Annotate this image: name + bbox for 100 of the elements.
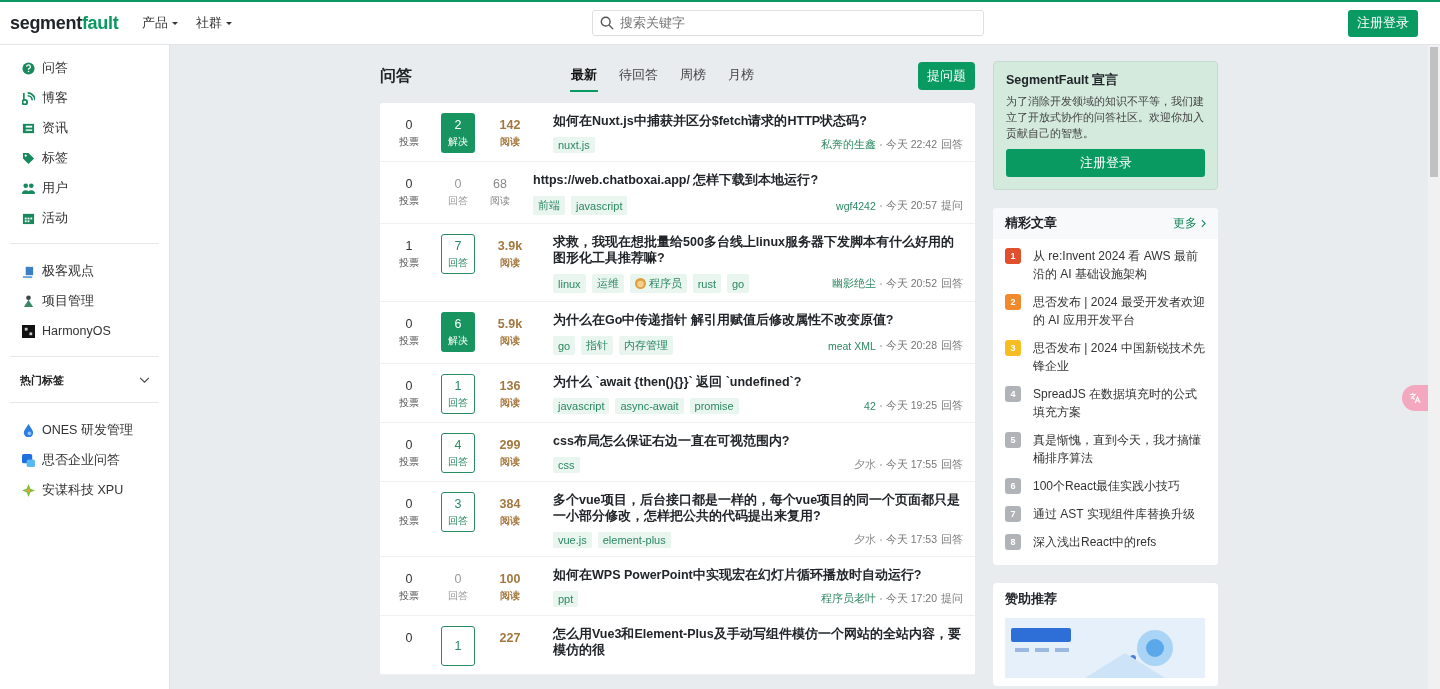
sidebar-item[interactable]: 思否企业问答 [0,445,169,475]
tag[interactable]: linux [553,274,586,293]
sidebar-item[interactable]: 博客 [0,83,169,113]
sidebar-item[interactable]: 资讯 [0,113,169,143]
author-link[interactable]: 42 [864,400,876,412]
sidebar-item[interactable]: 项目管理 [0,286,169,316]
register-button[interactable]: 注册登录 [1348,9,1418,37]
tag[interactable]: 内存管理 [619,336,674,355]
tab[interactable]: 月榜 [727,60,755,92]
sidebar-item[interactable]: 问答 [0,53,169,83]
post-time: 今天 17:53 [885,533,937,547]
tag[interactable]: vue.js [553,532,592,548]
article-link[interactable]: 真是惭愧，直到今天，我才搞懂桶排序算法 [1033,431,1206,467]
rank-badge: 2 [1005,294,1021,310]
author-link[interactable]: 私奔的生鑫 [820,138,876,152]
sidebar-item[interactable]: HarmonyOS [0,316,169,346]
nav-menu[interactable]: 产品 [138,14,183,32]
sidebar-item[interactable]: 标签 [0,143,169,173]
tag[interactable]: nuxt.js [553,137,595,153]
view-label: 阅读 [500,256,520,270]
rank-badge: 4 [1005,386,1021,402]
question-title[interactable]: 多个vue项目，后台接口都是一样的，每个vue项目的同一个页面都只是一小部分修改，怎样把公共的代码提出来复用? [553,492,963,524]
sidebar-item[interactable]: ONES 研发管理 [0,415,169,445]
article-link[interactable]: 思否发布 | 2024 中国新锐技术先锋企业 [1033,339,1206,375]
question-title[interactable]: 怎么用Vue3和Element-Plus及手动写组件模仿一个网站的全站内容，要模仿的很 [553,626,963,658]
figure-icon [22,294,35,308]
tag[interactable]: go [553,336,576,355]
vote-label: 投票 [399,334,419,348]
view-label: 阅读 [500,589,520,603]
article-link[interactable]: 从 re:Invent 2024 看 AWS 最前沿的 AI 基础设施架构 [1033,247,1206,283]
tag[interactable]: 指针 [581,336,614,355]
tag[interactable]: css [553,457,580,473]
translate-icon [1409,392,1421,404]
feed-icon [22,91,35,105]
author-link[interactable]: meat XML [827,339,876,352]
article-link[interactable]: 深入浅出React中的refs [1033,533,1157,551]
scrollbar[interactable] [1428,45,1440,689]
nav-menu[interactable]: 社群 [192,14,237,32]
ask-question-button[interactable]: 提问题 [918,62,975,90]
tag[interactable]: 前端 [533,196,565,215]
article-link[interactable]: 思否发布 | 2024 最受开发者欢迎的 AI 应用开发平台 [1033,293,1206,329]
rank-badge: 5 [1005,432,1021,448]
question-title[interactable]: 如何在Nuxt.js中捕获并区分$fetch请求的HTTP状态码? [553,113,963,129]
tag[interactable]: rust [692,274,721,293]
action-label: 回答 [941,276,963,291]
search-field[interactable]: 搜索关键字 [592,10,984,36]
question-title[interactable]: 如何在WPS PowerPoint中实现宏在幻灯片循环播放时自动运行? [553,567,963,583]
author-link[interactable]: 夕水 [853,458,876,472]
action-label: 回答 [941,338,963,353]
view-label: 阅读 [500,455,520,469]
view-count: 100 [499,571,521,588]
sidebar-item[interactable]: 活动 [0,203,169,233]
register-button[interactable]: 注册登录 [1006,149,1205,177]
tag[interactable]: javascript [553,398,610,414]
view-count: 227 [499,630,521,647]
tag[interactable]: 运维 [591,274,624,293]
hot-tags-toggle[interactable]: 热门标签 [10,369,160,392]
answer-count: 4 回答 [441,433,475,473]
vote-count: 0 [405,571,413,588]
card-title: SegmentFault 宣言 [1006,72,1120,89]
tag[interactable]: ppt [553,591,579,607]
sidebar-item[interactable]: 安谋科技 XPU [0,475,169,505]
more-link[interactable]: 更多 [1173,215,1206,232]
post-time: 今天 17:20 [885,592,937,606]
post-time: 今天 22:42 [885,138,937,152]
vote-count: 0 [405,117,413,134]
vote-label: 投票 [399,455,419,469]
article-link[interactable]: SpreadJS 在数据填充时的公式填充方案 [1033,385,1206,421]
question-title[interactable]: css布局怎么保证右边一直在可视范围内? [553,433,963,449]
sidebar-item[interactable]: 用户 [0,173,169,203]
author-link[interactable]: 幽影绝尘 [831,276,876,291]
tab[interactable]: 待回答 [618,60,659,92]
tag[interactable]: 程序员 [629,274,687,293]
sidebar-item[interactable]: 极客观点 [0,256,169,286]
newspaper-icon [22,121,35,135]
article-link[interactable]: 100个React最佳实践小技巧 [1033,477,1181,495]
answer-count: 7 回答 [441,234,475,274]
tag[interactable]: async-await [615,398,684,414]
question-title[interactable]: 为什么 `await {then(){}}` 返回 `undefined`? [553,374,963,390]
tag[interactable]: javascript [571,196,628,215]
author-link[interactable]: 夕水 [853,533,876,547]
tab[interactable]: 周榜 [679,60,707,92]
translate-button[interactable] [1402,385,1428,411]
question-title[interactable]: 求救，我现在想批量给500多台线上linux服务器下发脚本有什么好用的图形化工具推荐嘛? [553,234,963,266]
chat-icon [22,453,35,467]
tag[interactable]: promise [689,398,739,414]
question-title[interactable]: https://web.chatboxai.app/ 怎样下载到本地运行? [533,172,963,188]
author-link[interactable]: 程序员老叶 [820,592,876,606]
author-link[interactable]: wgf4242 [836,199,876,212]
vote-label: 投票 [399,589,419,603]
article-link[interactable]: 通过 AST 实现组件库替换升级 [1033,505,1195,523]
tag[interactable]: element-plus [597,532,671,548]
vote-label: 投票 [399,194,419,208]
tab[interactable]: 最新 [570,60,598,92]
question-title[interactable]: 为什么在Go中传递指针 解引用赋值后修改属性不改变原值? [553,312,963,328]
vote-count: 0 [405,496,413,513]
tag[interactable]: go [726,274,750,293]
logo[interactable]: segmentfault [10,12,119,34]
view-count: 299 [499,437,521,454]
vote-count: 0 [405,437,413,454]
